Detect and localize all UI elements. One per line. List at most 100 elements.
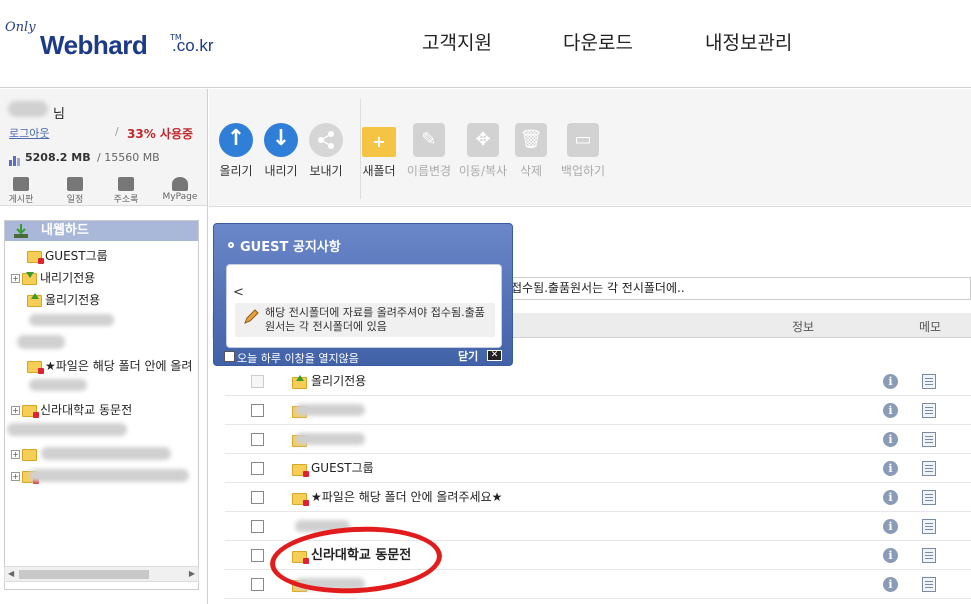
popup-message-text: 해당 전시폴더에 자료를 올려주셔야 접수됨.출품원서는 각 전시폴더에 있음 — [265, 306, 485, 333]
download-button[interactable]: ↓ 내리기 — [262, 123, 300, 179]
quick-mypage[interactable]: MyPage — [160, 177, 200, 202]
logout-link[interactable]: 로그아웃 — [9, 125, 49, 141]
locked-folder-icon — [22, 404, 39, 418]
popup-title: GUEST 공지사항 — [240, 240, 341, 255]
memo-icon[interactable] — [922, 577, 936, 592]
info-icon[interactable]: i — [883, 490, 898, 505]
row-checkbox[interactable] — [251, 375, 264, 388]
row-checkbox[interactable] — [251, 578, 264, 591]
row-checkbox[interactable] — [251, 520, 264, 533]
column-memo[interactable]: 메모 — [919, 318, 941, 335]
row-name[interactable]: ★파일은 해당 폴더 안에 올려주세요★ — [311, 483, 502, 512]
scroll-left-icon[interactable]: ◀ — [8, 569, 14, 578]
quick-addressbook[interactable]: 주소록 — [106, 177, 146, 205]
trash-icon: 🗑 — [515, 123, 547, 157]
redacted-row-name — [295, 404, 365, 416]
popup-message[interactable]: 해당 전시폴더에 자료를 올려주셔야 접수됨.출품원서는 각 전시폴더에 있음 — [235, 303, 495, 337]
info-icon[interactable]: i — [883, 432, 898, 447]
send-button[interactable]: 보내기 — [307, 123, 345, 179]
logo-prefix: Only — [5, 20, 36, 35]
row-checkbox[interactable] — [251, 462, 264, 475]
folder-tree: 내웹하드 GUEST그룹 + 내리기전용 올리기전용 ★파일은 해당 폴더 안에 … — [4, 220, 199, 590]
logo-domain: .co.kr — [172, 36, 214, 55]
memo-icon[interactable] — [922, 461, 936, 476]
guest-notice-popup: GUEST 공지사항 < 해당 전시폴더에 자료를 올려주셔야 접수됨.출품원서… — [213, 223, 513, 366]
tree-item-redacted-1[interactable]: + — [11, 445, 40, 463]
redacted-tree-item — [17, 335, 65, 349]
download-tray-icon — [13, 224, 29, 245]
storage-used: 5208.2 MB — [25, 151, 91, 164]
info-icon[interactable]: i — [883, 374, 898, 389]
memo-icon[interactable] — [922, 432, 936, 447]
move-copy-button[interactable]: ✥ 이동/복사 — [455, 123, 511, 179]
dont-show-checkbox[interactable] — [224, 351, 235, 362]
quick-schedule[interactable]: 일정 — [55, 177, 95, 205]
header: Only Webhard TM .co.kr 고객지원 다운로드 내정보관리 — [0, 0, 971, 88]
delete-button[interactable]: 🗑 삭제 — [513, 123, 549, 179]
table-row[interactable]: i — [225, 425, 971, 454]
nav-my-info[interactable]: 내정보관리 — [705, 28, 792, 55]
move-copy-label: 이동/복사 — [458, 164, 508, 178]
tree-item-upload-only[interactable]: 올리기전용 — [27, 291, 100, 309]
close-icon[interactable]: ✕ — [487, 350, 502, 361]
column-info[interactable]: 정보 — [792, 318, 814, 335]
redacted-username — [8, 101, 48, 117]
memo-icon[interactable] — [922, 519, 936, 534]
expand-icon[interactable]: + — [11, 274, 20, 283]
upload-folder-icon — [292, 374, 307, 389]
info-icon[interactable]: i — [883, 577, 898, 592]
dont-show-label[interactable]: 오늘 하루 이창을 열지않음 — [237, 350, 359, 366]
info-icon[interactable]: i — [883, 403, 898, 418]
row-checkbox[interactable] — [251, 404, 264, 417]
upload-button[interactable]: ↑ 올리기 — [217, 123, 255, 179]
memo-icon[interactable] — [922, 490, 936, 505]
redacted-tree-item — [29, 379, 87, 391]
tree-item-download-only[interactable]: + 내리기전용 — [11, 269, 95, 287]
expand-icon[interactable]: + — [11, 450, 20, 459]
memo-icon[interactable] — [922, 374, 936, 389]
memo-icon[interactable] — [922, 403, 936, 418]
quick-board[interactable]: 게시판 — [1, 177, 41, 205]
info-icon[interactable]: i — [883, 461, 898, 476]
row-checkbox[interactable] — [251, 491, 264, 504]
logo[interactable]: Webhard — [40, 30, 148, 61]
close-label[interactable]: 닫기 — [458, 348, 478, 364]
info-icon[interactable]: i — [883, 548, 898, 563]
tree-item-silla[interactable]: + 신라대학교 동문전 — [11, 401, 132, 419]
bullet-icon — [228, 242, 234, 248]
info-icon[interactable]: i — [883, 519, 898, 534]
row-name[interactable]: GUEST그룹 — [311, 454, 374, 483]
table-row[interactable]: GUEST그룹 i — [225, 454, 971, 483]
expand-icon[interactable]: + — [11, 472, 20, 481]
tree-item-notice[interactable]: ★파일은 해당 폴더 안에 올려 — [27, 357, 192, 375]
download-folder-icon — [22, 271, 37, 285]
share-icon — [309, 123, 343, 157]
back-chevron[interactable]: < — [233, 285, 244, 300]
nav-download[interactable]: 다운로드 — [563, 28, 633, 55]
locked-folder-icon — [27, 360, 44, 374]
user-suffix: 님 — [53, 107, 65, 122]
backup-button[interactable]: ▭ 백업하기 — [555, 123, 611, 179]
row-name[interactable]: 올리기전용 — [311, 367, 366, 396]
new-folder-button[interactable]: + 새폴더 — [361, 123, 397, 179]
tree-item-guest[interactable]: GUEST그룹 — [27, 247, 108, 265]
calendar-icon — [67, 177, 83, 191]
row-checkbox[interactable] — [251, 549, 264, 562]
rename-button[interactable]: ✎ 이름변경 — [401, 123, 457, 179]
table-row[interactable]: 올리기전용 i — [225, 367, 971, 396]
tree-root[interactable]: 내웹하드 — [5, 221, 198, 241]
table-row[interactable]: ★파일은 해당 폴더 안에 올려주세요★ i — [225, 483, 971, 512]
row-checkbox[interactable] — [251, 433, 264, 446]
nav-customer-support[interactable]: 고객지원 — [422, 28, 492, 55]
storage-quota: / 15560 MB — [97, 151, 160, 164]
table-row[interactable]: i — [225, 396, 971, 425]
tree-horizontal-scrollbar[interactable]: ◀ ▶ — [4, 566, 199, 582]
memo-icon[interactable] — [922, 548, 936, 563]
tree-item-label: 내리기전용 — [40, 271, 96, 285]
scroll-right-icon[interactable]: ▶ — [189, 569, 195, 578]
expand-icon[interactable]: + — [11, 406, 20, 415]
notice-text: 접수됨.출품원서는 각 전시폴더에.. — [511, 281, 685, 295]
drive-icon: ▭ — [567, 123, 599, 157]
scroll-thumb[interactable] — [19, 570, 149, 579]
locked-folder-icon — [27, 250, 44, 264]
